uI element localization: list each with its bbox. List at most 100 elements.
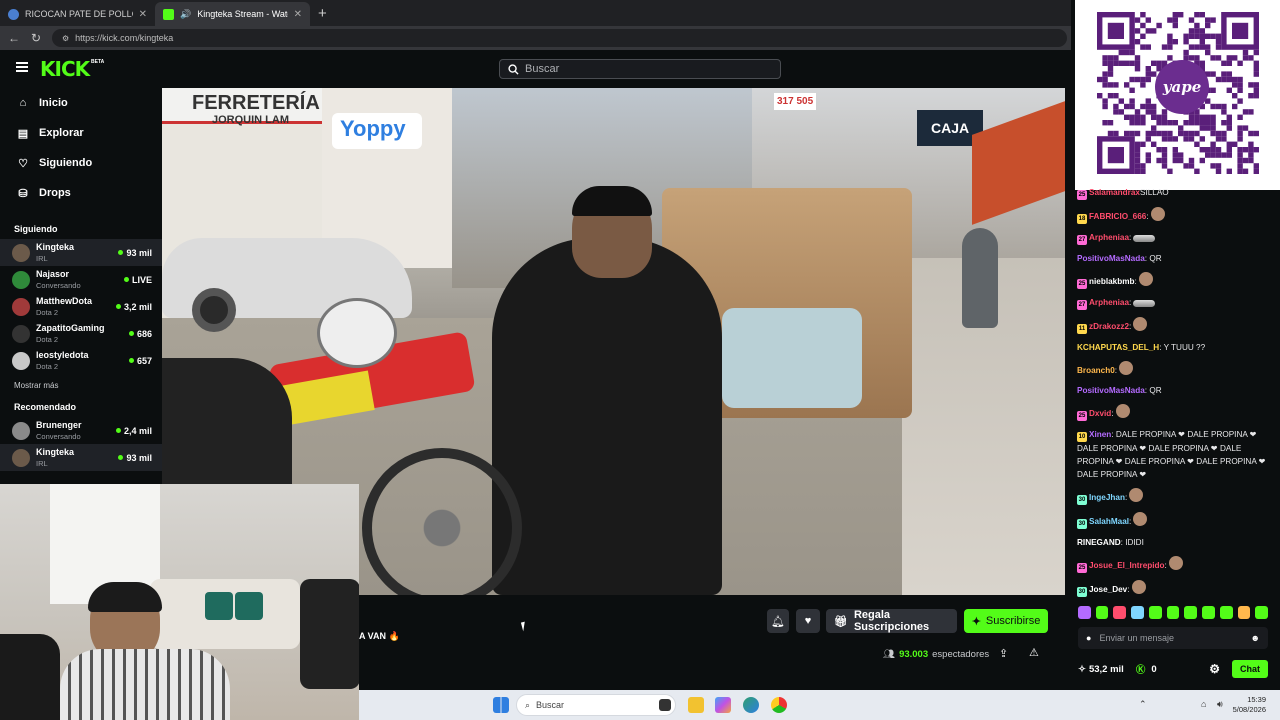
- channel-viewers: 686: [128, 329, 152, 339]
- qr-module: [1221, 152, 1227, 158]
- home-icon: ⌂: [19, 97, 27, 109]
- qr-module: [1188, 17, 1195, 23]
- emote-icon[interactable]: [1078, 606, 1091, 619]
- qr-module: [1215, 103, 1222, 110]
- volume-icon[interactable]: 🔊︎: [1217, 699, 1223, 710]
- chat-username[interactable]: RINEGAND: [1077, 538, 1121, 547]
- channel-info: Kingteka IRL: [36, 242, 118, 264]
- show-more-link[interactable]: Mostrar más: [0, 374, 162, 390]
- chat-username[interactable]: PositivoMasNada: [1077, 254, 1145, 263]
- site-info-icon[interactable]: ⚙: [62, 34, 69, 43]
- close-tab-icon[interactable]: ✕: [294, 9, 302, 20]
- taskbar-search[interactable]: ⌕ Buscar: [516, 694, 676, 716]
- chat-username[interactable]: Josue_El_Intrepido: [1089, 561, 1165, 570]
- emoji-icon[interactable]: ☻: [1251, 633, 1260, 643]
- emote-icon[interactable]: [1131, 606, 1144, 619]
- sidebar-channel[interactable]: Kingteka IRL 93 mil: [0, 239, 162, 266]
- sidebar-channel[interactable]: Najasor Conversando LIVE: [0, 266, 162, 293]
- subscriber-badge-icon: 18: [1077, 214, 1087, 224]
- chat-username[interactable]: PositivoMasNada: [1077, 386, 1145, 395]
- chat-settings-icon[interactable]: ⚙: [1209, 662, 1220, 676]
- yape-qr-code[interactable]: yape: [1075, 0, 1280, 190]
- chrome-icon[interactable]: [771, 697, 787, 713]
- qr-module: [1242, 49, 1249, 56]
- browser-tab[interactable]: RICOCAN PATE DE POLLO - Búsqu ✕: [0, 2, 155, 26]
- qr-module: [1215, 76, 1222, 83]
- chat-username[interactable]: SalahMaal: [1089, 517, 1129, 526]
- sidebar-channel[interactable]: Kingteka IRL 93 mil: [0, 444, 162, 471]
- streamer-hair: [88, 582, 162, 612]
- emote-icon[interactable]: [1166, 606, 1180, 619]
- chat-username[interactable]: Salamandrax: [1089, 188, 1140, 197]
- qr-module: [1226, 76, 1232, 83]
- nav-home[interactable]: ⌂ Inicio: [0, 88, 162, 118]
- chat-username[interactable]: Jose_Dev: [1089, 585, 1127, 594]
- emote-icon[interactable]: [1219, 606, 1233, 619]
- new-tab-button[interactable]: +: [310, 5, 335, 26]
- avatar: [12, 243, 30, 262]
- chat-send-button[interactable]: Chat: [1232, 660, 1268, 678]
- kick-logo[interactable]: KICK: [40, 57, 90, 81]
- chat-username[interactable]: Xinen: [1089, 430, 1111, 439]
- qr-module: [1194, 28, 1200, 34]
- qr-module: [1161, 130, 1168, 137]
- sidebar-channel[interactable]: leostyledota Dota 2 657: [0, 347, 162, 374]
- search-input[interactable]: Buscar: [499, 59, 781, 79]
- qr-module: [1237, 125, 1243, 131]
- chat-username[interactable]: Dxvid: [1089, 409, 1111, 418]
- gift-subs-button[interactable]: 🎁︎ Regala Suscripciones: [826, 609, 957, 633]
- qr-module: [1194, 33, 1200, 39]
- close-tab-icon[interactable]: ✕: [139, 9, 147, 20]
- chat-username[interactable]: nieblakbmb: [1089, 277, 1135, 286]
- system-clock[interactable]: 15:39 5/08/2026: [1233, 695, 1266, 715]
- chat-username[interactable]: zDrakozz2: [1089, 322, 1129, 331]
- emote-picker-icon[interactable]: ●: [1086, 633, 1091, 643]
- speaker-icon[interactable]: 🔊: [180, 9, 191, 20]
- sidebar-channel[interactable]: MatthewDota Dota 2 3,2 mil: [0, 293, 162, 320]
- chat-username[interactable]: FABRICIO_666: [1089, 212, 1146, 221]
- nav-explore[interactable]: ▤ Explorar: [0, 118, 162, 148]
- qr-module: [1221, 120, 1227, 126]
- nav-following[interactable]: ♡ Siguiendo: [0, 148, 162, 178]
- subscribe-button[interactable]: ✦ Suscribirse: [964, 609, 1048, 633]
- emote-icon[interactable]: [1095, 606, 1109, 619]
- chat-username[interactable]: Broanch0: [1077, 366, 1115, 375]
- copilot-icon[interactable]: [715, 697, 731, 713]
- qr-module: [1232, 55, 1238, 61]
- chat-username[interactable]: Arpheniaa: [1089, 298, 1129, 307]
- tray-chevron-icon[interactable]: ⌃: [1139, 699, 1147, 710]
- emote-icon[interactable]: [1184, 606, 1198, 619]
- channel-viewers: LIVE: [123, 275, 152, 285]
- channel-viewers: 93 mil: [118, 453, 152, 463]
- edge-icon[interactable]: [743, 697, 759, 713]
- notification-bell-button[interactable]: 🔔︎: [767, 609, 789, 633]
- qr-module: [1134, 39, 1141, 45]
- emote-icon[interactable]: [1255, 606, 1269, 619]
- task-view-icon[interactable]: [659, 699, 671, 711]
- sidebar-channel[interactable]: ZapatitoGaming Dota 2 686: [0, 320, 162, 347]
- emote-icon[interactable]: [1237, 606, 1251, 619]
- sidebar-channel[interactable]: Brunenger Conversando 2,4 mil: [0, 417, 162, 444]
- menu-icon[interactable]: [16, 62, 28, 72]
- motorcycle-wheel: [362, 448, 522, 595]
- chat-username[interactable]: Arpheniaa: [1089, 233, 1129, 242]
- address-bar: ← ↻ ⚙ https://kick.com/kingteka: [0, 26, 1075, 50]
- share-icon[interactable]: ⇪: [999, 647, 1008, 660]
- url-field[interactable]: ⚙ https://kick.com/kingteka: [52, 29, 1067, 47]
- reload-icon[interactable]: ↻: [30, 31, 42, 45]
- report-icon[interactable]: ⚠: [1029, 646, 1039, 659]
- chat-username[interactable]: KCHAPUTAS_DEL_H: [1077, 343, 1159, 352]
- emote-icon[interactable]: [1148, 606, 1162, 619]
- chat-username[interactable]: IngeJhan: [1089, 493, 1125, 502]
- emote-icon[interactable]: [1113, 606, 1127, 619]
- emote-icon[interactable]: [1202, 606, 1215, 619]
- windows-start-icon[interactable]: [493, 697, 509, 713]
- nav-drops[interactable]: ⛁ Drops: [0, 178, 162, 208]
- back-icon[interactable]: ←: [8, 31, 20, 45]
- network-icon[interactable]: ⌂: [1201, 699, 1206, 709]
- chat-input[interactable]: ● Enviar un mensaje ☻: [1078, 627, 1268, 649]
- viewers-number: 93.003: [899, 649, 929, 660]
- browser-tab-active[interactable]: 🔊 Kingteka Stream - Watch Live ✕: [155, 2, 310, 26]
- follow-heart-button[interactable]: ♥: [796, 609, 820, 633]
- file-explorer-icon[interactable]: [688, 697, 704, 713]
